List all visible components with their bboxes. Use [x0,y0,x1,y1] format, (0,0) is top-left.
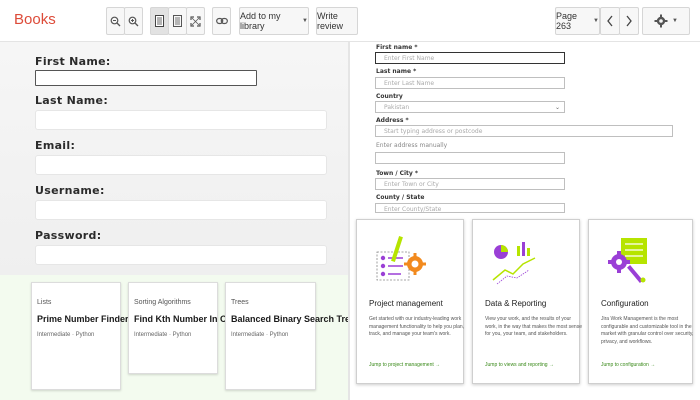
country-value: Pakistan [384,104,410,111]
write-review-button[interactable]: Write review [316,7,358,35]
problem-card[interactable]: Trees Balanced Binary Search Tree Interm… [225,282,356,390]
county-input[interactable]: Enter County/State [375,203,565,213]
problem-meta: Intermediate · Python [37,332,95,338]
feature-card-description: Jira Work Management is the most configu… [601,316,694,345]
feature-card-data-reporting[interactable]: Data & Reporting View your work, and the… [472,219,582,384]
address-first-name-label: First name * [376,44,418,51]
last-name-input[interactable] [35,110,327,130]
problem-meta: Intermediate · Python [134,332,192,338]
feature-card-title: Data & Reporting [485,299,547,308]
town-input[interactable]: Enter Town or City [375,178,565,190]
fullscreen-icon [190,15,201,27]
last-name-label: Last Name: [35,94,109,107]
zoom-in-icon [128,16,139,26]
problem-title: Find Kth Number In Order [134,314,245,324]
country-select[interactable]: Pakistan ⌄ [375,101,565,113]
problem-title: Balanced Binary Search Tree [231,314,356,324]
username-input[interactable] [35,200,327,220]
page-select-label: Page 263 [556,11,578,31]
first-name-label: First Name: [35,55,111,68]
single-page-view-button[interactable] [150,7,169,35]
screen: Books Add to my library ▼ Write review Pa… [0,0,700,400]
password-input[interactable] [35,245,327,265]
username-label: Username: [35,184,105,197]
address-first-name-input[interactable]: Enter First Name [375,52,565,64]
feature-card-project-management[interactable]: Project management Get started with our … [356,219,464,384]
feature-card-title: Configuration [601,299,649,308]
chevron-down-icon: ⌄ [554,104,560,111]
country-label: Country [376,93,403,100]
problem-title: Prime Number Finder [37,314,129,324]
chevron-down-icon: ▼ [672,18,678,24]
first-name-input[interactable] [35,70,257,86]
zoom-out-icon [110,16,121,26]
toolbar: Books Add to my library ▼ Write review Pa… [0,0,700,42]
placeholder-text: Enter County/State [384,206,442,213]
address-last-name-input[interactable]: Enter Last Name [375,77,565,89]
problem-category: Sorting Algorithms [134,299,191,306]
feature-card-description: Get started with our industry-leading wo… [369,316,465,337]
problem-card[interactable]: Sorting Algorithms Find Kth Number In Or… [128,282,245,374]
link-icon [215,17,228,25]
chevron-down-icon: ▼ [593,18,599,24]
page-select[interactable]: Page 263 ▼ [555,7,600,35]
problem-card[interactable]: Lists Prime Number Finder Intermediate ·… [31,282,129,390]
data-reporting-illustration-icon [492,242,536,285]
problem-category: Trees [231,299,249,306]
problem-meta: Intermediate · Python [231,332,289,338]
single-page-icon [155,15,164,27]
county-label: County / State [376,194,425,201]
placeholder-text: Enter Town or City [384,181,439,188]
feature-card-link[interactable]: Jump to configuration → [601,362,655,368]
feature-card-description: View your work, and the results of your … [485,316,582,337]
feature-card-configuration[interactable]: Configuration Jira Work Management is th… [588,219,693,384]
books-logo[interactable]: Books [14,11,56,28]
fullscreen-button[interactable] [186,7,205,35]
add-to-library-button[interactable]: Add to my library ▼ [239,7,309,35]
zoom-in-button[interactable] [124,7,143,35]
email-input[interactable] [35,155,327,175]
password-label: Password: [35,229,102,242]
feature-card-link[interactable]: Jump to views and reporting → [485,362,554,368]
email-label: Email: [35,139,76,152]
feature-card-link[interactable]: Jump to project management → [369,362,440,368]
chevron-down-icon: ▼ [302,18,308,24]
placeholder-text: Enter First Name [384,55,435,62]
next-page-icon [626,15,632,27]
feature-card-title: Project management [369,299,443,308]
address-manual-link[interactable]: Enter address manually [376,142,447,149]
text-view-button[interactable] [168,7,187,35]
project-management-illustration-icon [376,236,426,281]
add-to-library-label: Add to my library [240,11,281,31]
configuration-illustration-icon [608,238,647,283]
placeholder-text: Start typing address or postcode [384,128,483,135]
address-line-input[interactable] [375,152,565,164]
link-button[interactable] [212,7,231,35]
gear-icon [654,14,668,28]
address-last-name-label: Last name * [376,68,417,75]
settings-button[interactable]: ▼ [642,7,690,35]
prev-page-button[interactable] [600,7,620,35]
text-view-icon [173,15,182,27]
town-label: Town / City * [376,170,419,177]
write-review-label: Write review [317,11,344,31]
zoom-out-button[interactable] [106,7,125,35]
placeholder-text: Enter Last Name [384,80,435,87]
problem-category: Lists [37,299,52,306]
address-label: Address * [376,117,409,124]
prev-page-icon [607,15,613,27]
next-page-button[interactable] [619,7,639,35]
address-search-input[interactable]: Start typing address or postcode [375,125,673,137]
